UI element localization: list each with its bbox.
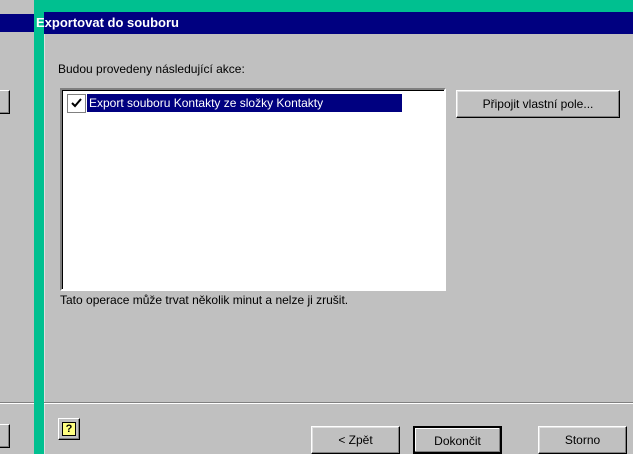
background-window-titlebar (0, 14, 34, 32)
warning-note: Tato operace může trvat několik minut a … (60, 293, 349, 307)
intro-label: Budou provedeny následující akce: (58, 62, 245, 76)
dialog-titlebar[interactable]: Exportovat do souboru (36, 12, 633, 34)
export-dialog: Exportovat do souboru Budou provedeny ná… (36, 12, 633, 454)
list-item[interactable]: Export souboru Kontakty ze složky Kontak… (66, 94, 402, 112)
action-label: Export souboru Kontakty ze složky Kontak… (87, 94, 402, 112)
help-button[interactable]: ? (58, 418, 80, 440)
checkmark-icon (71, 97, 82, 107)
dialog-title: Exportovat do souboru (36, 15, 179, 30)
map-custom-fields-button[interactable]: Připojit vlastní pole... (456, 90, 620, 118)
actions-listbox[interactable]: Export souboru Kontakty ze složky Kontak… (60, 88, 446, 291)
background-window-button[interactable] (0, 90, 10, 114)
footer-separator (44, 402, 633, 404)
background-window-button-bottom[interactable] (0, 424, 10, 448)
back-button[interactable]: < Zpět (311, 426, 400, 454)
finish-button[interactable]: Dokončit (413, 426, 502, 454)
background-window (0, 0, 34, 454)
question-icon: ? (62, 422, 76, 436)
background-window-separator (0, 402, 34, 404)
cancel-button[interactable]: Storno (538, 426, 627, 454)
action-checkbox[interactable] (68, 94, 85, 112)
